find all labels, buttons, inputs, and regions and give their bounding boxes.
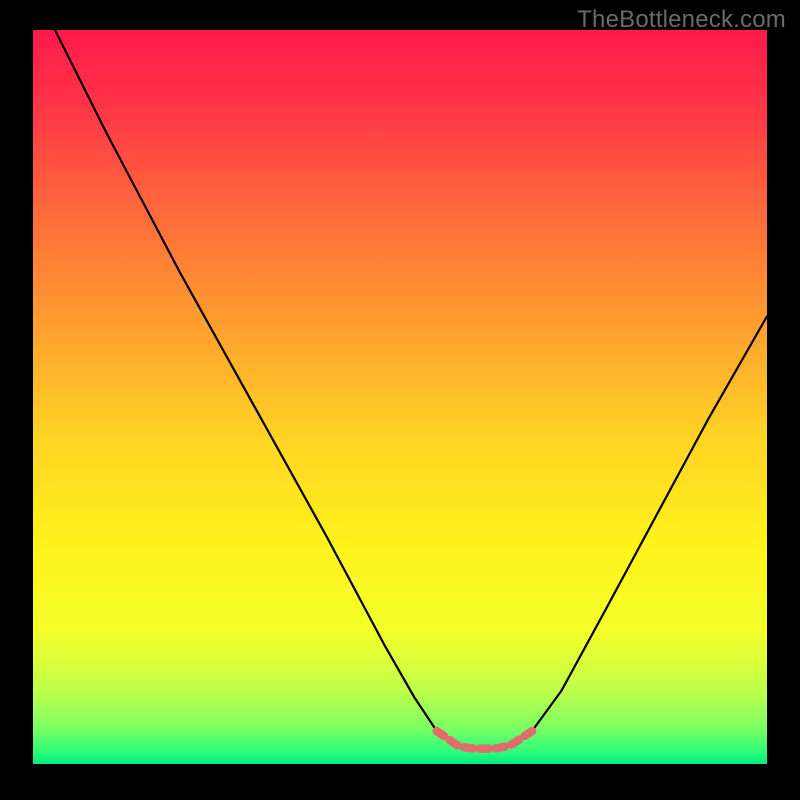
chart-plot-area — [33, 30, 767, 764]
frame-bottom — [0, 764, 800, 800]
frame-left — [0, 0, 33, 800]
chart-curve-layer — [33, 30, 767, 764]
frame-right — [767, 0, 800, 800]
watermark-text: TheBottleneck.com — [577, 6, 786, 34]
bottleneck-curve-path — [55, 30, 767, 749]
good-zone-marker — [437, 731, 532, 749]
